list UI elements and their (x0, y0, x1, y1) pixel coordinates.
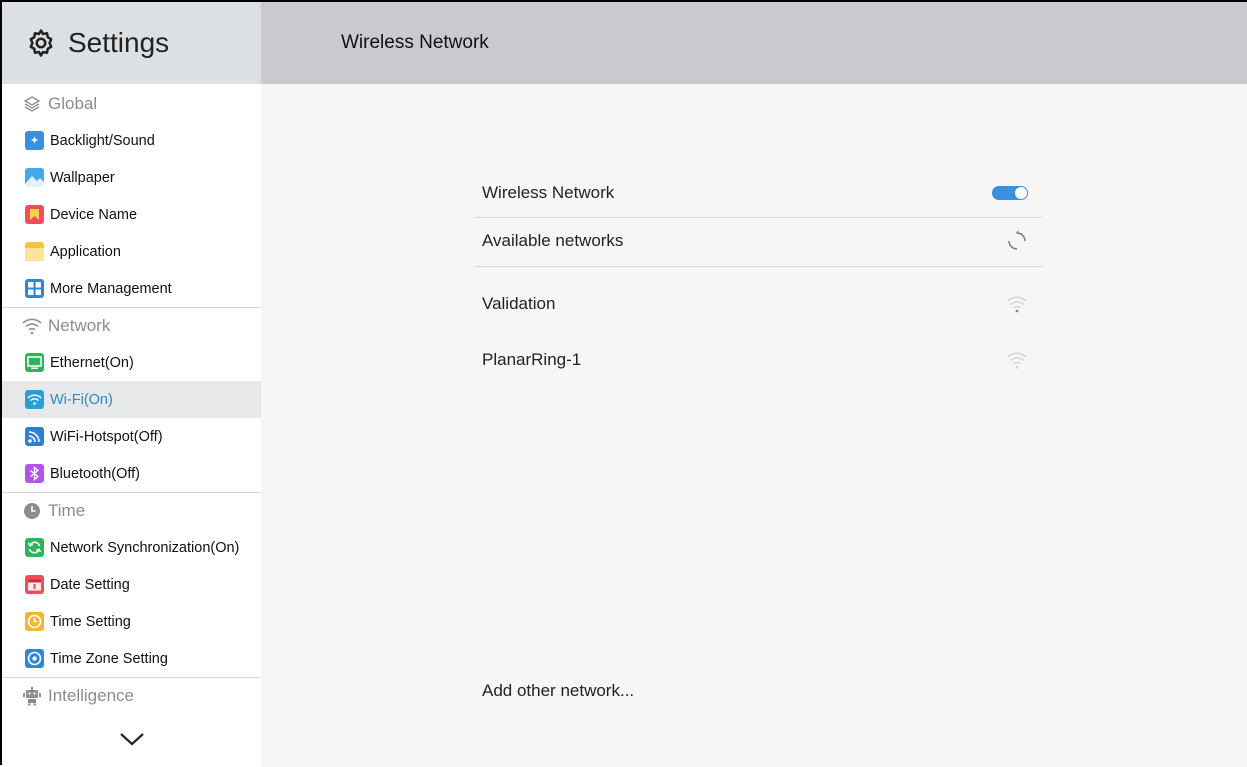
wifi-icon (22, 316, 42, 336)
sidebar-item-label: Application (50, 243, 121, 260)
wifi-icon (25, 390, 44, 409)
bookmark-icon (25, 205, 44, 224)
sidebar-item-wifi-hotspot[interactable]: WiFi-Hotspot(Off) (2, 418, 261, 455)
section-label: Global (48, 94, 98, 113)
network-row[interactable]: Validation (474, 282, 1042, 326)
wireless-network-label: Wireless Network (482, 183, 615, 202)
divider (474, 266, 1042, 267)
wallpaper-icon (25, 168, 44, 187)
divider (474, 217, 1042, 218)
add-other-network-row[interactable]: Add other network... (474, 669, 1042, 713)
sidebar: Settings Global ✦ Backlight/Sound Wallpa… (2, 2, 261, 765)
section-global: Global (2, 86, 261, 122)
sidebar-item-bluetooth[interactable]: Bluetooth(Off) (2, 455, 261, 492)
chevron-down-icon[interactable] (2, 719, 261, 759)
page-title: Wireless Network (341, 32, 489, 53)
gear-icon (29, 29, 53, 57)
sidebar-item-network-sync[interactable]: Network Synchronization(On) (2, 529, 261, 566)
sidebar-item-wallpaper[interactable]: Wallpaper (2, 159, 261, 196)
bluetooth-icon (25, 464, 44, 483)
clock-icon (25, 612, 44, 631)
folder-icon (25, 242, 44, 261)
section-label: Network (48, 316, 111, 335)
section-intelligence: Intelligence (2, 678, 261, 714)
sidebar-item-label: Backlight/Sound (50, 132, 155, 149)
sidebar-item-label: Ethernet(On) (50, 354, 134, 371)
sidebar-header: Settings (2, 2, 261, 84)
network-name: Validation (482, 294, 556, 313)
backlight-icon: ✦ (25, 131, 44, 150)
monitor-icon (25, 353, 44, 372)
section-time: Time (2, 493, 261, 529)
refresh-icon[interactable] (1006, 230, 1028, 252)
section-label: Intelligence (48, 686, 135, 705)
section-label: Time (48, 501, 86, 520)
sidebar-list: Global ✦ Backlight/Sound Wallpaper Devic… (2, 86, 261, 714)
toggle-knob (1015, 187, 1027, 199)
window-frame: Settings Global ✦ Backlight/Sound Wallpa… (0, 0, 1247, 767)
available-networks-label: Available networks (482, 231, 624, 250)
calendar-icon (25, 575, 44, 594)
sidebar-item-label: WiFi-Hotspot(Off) (50, 428, 163, 445)
sidebar-item-date-setting[interactable]: Date Setting (2, 566, 261, 603)
sidebar-item-backlight-sound[interactable]: ✦ Backlight/Sound (2, 122, 261, 159)
add-other-network-label: Add other network... (482, 681, 635, 700)
network-name: PlanarRing-1 (482, 350, 582, 369)
sidebar-item-ethernet[interactable]: Ethernet(On) (2, 344, 261, 381)
sidebar-item-label: Wi-Fi(On) (50, 391, 113, 408)
layers-icon (22, 94, 42, 114)
page-title-bar: Wireless Network (261, 2, 1247, 84)
sidebar-item-label: Network Synchronization(On) (50, 539, 240, 556)
wifi-signal-icon (1007, 352, 1027, 369)
main-content: Wireless Network Available networks Vali… (261, 84, 1247, 767)
sidebar-item-application[interactable]: Application (2, 233, 261, 270)
sync-icon (25, 538, 44, 557)
hotspot-icon (25, 427, 44, 446)
clock-icon (22, 501, 42, 521)
sidebar-item-more-management[interactable]: More Management (2, 270, 261, 307)
wireless-toggle[interactable] (992, 186, 1028, 200)
sidebar-item-label: Bluetooth(Off) (50, 465, 141, 482)
sidebar-item-label: More Management (50, 280, 172, 297)
sidebar-item-label: Device Name (50, 206, 138, 223)
sidebar-item-label: Time Setting (50, 613, 131, 630)
wireless-network-row: Wireless Network (474, 172, 1042, 214)
available-networks-row: Available networks (474, 220, 1042, 262)
sidebar-item-label: Wallpaper (50, 169, 115, 186)
settings-title: Settings (68, 27, 170, 58)
location-icon (25, 649, 44, 668)
sidebar-item-time-setting[interactable]: Time Setting (2, 603, 261, 640)
sidebar-item-device-name[interactable]: Device Name (2, 196, 261, 233)
sidebar-item-label: Time Zone Setting (50, 650, 168, 667)
grid-icon (25, 279, 44, 298)
sidebar-item-time-zone[interactable]: Time Zone Setting (2, 640, 261, 677)
robot-icon (22, 686, 42, 706)
sidebar-item-label: Date Setting (50, 576, 130, 593)
network-row[interactable]: PlanarRing-1 (474, 338, 1042, 382)
wifi-signal-icon (1007, 296, 1027, 313)
sidebar-item-wifi[interactable]: Wi-Fi(On) (2, 381, 261, 418)
section-network: Network (2, 308, 261, 344)
